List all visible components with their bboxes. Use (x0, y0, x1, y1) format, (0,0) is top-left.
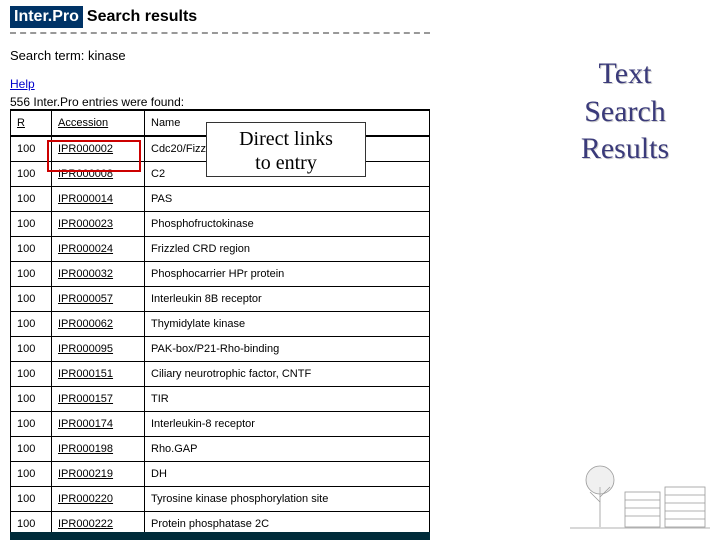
cell-accession: IPR000095 (52, 337, 145, 362)
cell-accession: IPR000023 (52, 212, 145, 237)
cell-r: 100 (11, 362, 52, 387)
cell-accession: IPR000220 (52, 487, 145, 512)
brand-box: Inter.Pro (10, 6, 83, 28)
cell-name: Interleukin-8 receptor (145, 412, 430, 437)
cell-name: TIR (145, 387, 430, 412)
callout-line2: to entry (207, 151, 365, 175)
cell-r: 100 (11, 136, 52, 162)
cell-accession: IPR000157 (52, 387, 145, 412)
cell-accession: IPR000174 (52, 412, 145, 437)
accession-link[interactable]: IPR000174 (58, 418, 113, 430)
slide-title-l2: Search (560, 93, 690, 131)
accession-link[interactable]: IPR000151 (58, 368, 113, 380)
cell-name: Ciliary neurotrophic factor, CNTF (145, 362, 430, 387)
accession-link[interactable]: IPR000014 (58, 193, 113, 205)
col-name-label: Name (151, 117, 180, 129)
col-r[interactable]: R (11, 110, 52, 136)
slide-title: Text Search Results (560, 55, 690, 168)
table-row: 100 IPR000174 Interleukin-8 receptor (11, 412, 430, 437)
search-term-line: Search term: kinase (10, 48, 430, 63)
page-title: Search results (83, 6, 201, 28)
slide-title-l3: Results (560, 130, 690, 168)
accession-link[interactable]: IPR000062 (58, 318, 113, 330)
cell-accession: IPR000008 (52, 162, 145, 187)
accession-link[interactable]: IPR000002 (58, 143, 113, 155)
table-row: 100 IPR000157 TIR (11, 387, 430, 412)
cell-name: Rho.GAP (145, 437, 430, 462)
cell-accession: IPR000219 (52, 462, 145, 487)
page-header: Inter.Pro Search results (10, 6, 430, 34)
cell-r: 100 (11, 462, 52, 487)
cell-accession: IPR000198 (52, 437, 145, 462)
brand-suffix: Pro (52, 8, 79, 25)
cell-accession: IPR000057 (52, 287, 145, 312)
cell-accession: IPR000024 (52, 237, 145, 262)
table-row: 100 IPR000024 Frizzled CRD region (11, 237, 430, 262)
cell-r: 100 (11, 237, 52, 262)
table-row: 100 IPR000220 Tyrosine kinase phosphorylat… (11, 487, 430, 512)
accession-link[interactable]: IPR000032 (58, 268, 113, 280)
cell-accession: IPR000062 (52, 312, 145, 337)
accession-link[interactable]: IPR000023 (58, 218, 113, 230)
search-term-label: Search term: (10, 48, 88, 63)
cell-accession: IPR000151 (52, 362, 145, 387)
cell-r: 100 (11, 487, 52, 512)
table-row: 100 IPR000032 Phosphocarrier HPr protein (11, 262, 430, 287)
bottom-strip (10, 532, 430, 540)
cell-r: 100 (11, 212, 52, 237)
col-accession-label: Accession (58, 117, 108, 129)
accession-link[interactable]: IPR000024 (58, 243, 113, 255)
search-term-value: kinase (88, 48, 126, 63)
accession-link[interactable]: IPR000222 (58, 518, 113, 530)
cell-accession: IPR000032 (52, 262, 145, 287)
cell-name: PAS (145, 187, 430, 212)
accession-link[interactable]: IPR000157 (58, 393, 113, 405)
col-r-label: R (17, 117, 25, 129)
cell-r: 100 (11, 187, 52, 212)
table-row: 100 IPR000198 Rho.GAP (11, 437, 430, 462)
table-row: 100 IPR000151 Ciliary neurotrophic factor,… (11, 362, 430, 387)
table-row: 100 IPR000014 PAS (11, 187, 430, 212)
cell-r: 100 (11, 337, 52, 362)
cell-r: 100 (11, 162, 52, 187)
table-row: 100 IPR000062 Thymidylate kinase (11, 312, 430, 337)
cell-r: 100 (11, 262, 52, 287)
cell-accession: IPR000014 (52, 187, 145, 212)
brand-prefix: Inter. (14, 8, 52, 25)
cell-r: 100 (11, 437, 52, 462)
callout-line1: Direct links (207, 127, 365, 151)
callout-note: Direct links to entry (206, 122, 366, 177)
accession-link[interactable]: IPR000219 (58, 468, 113, 480)
table-row: 100 IPR000023 Phosphofructokinase (11, 212, 430, 237)
table-row: 100 IPR000095 PAK-box/P21-Rho-binding (11, 337, 430, 362)
accession-link[interactable]: IPR000220 (58, 493, 113, 505)
cell-name: Frizzled CRD region (145, 237, 430, 262)
slide-title-l1: Text (560, 55, 690, 93)
help-link[interactable]: Help (10, 77, 35, 91)
cell-r: 100 (11, 312, 52, 337)
decorative-illustration (570, 452, 710, 532)
accession-link[interactable]: IPR000198 (58, 443, 113, 455)
cell-r: 100 (11, 387, 52, 412)
accession-link[interactable]: IPR000095 (58, 343, 113, 355)
cell-r: 100 (11, 412, 52, 437)
cell-name: Thymidylate kinase (145, 312, 430, 337)
cell-r: 100 (11, 287, 52, 312)
cell-accession: IPR000002 (52, 136, 145, 162)
cell-name: Phosphofructokinase (145, 212, 430, 237)
results-count: 556 Inter.Pro entries were found: (10, 95, 430, 109)
cell-name: PAK-box/P21-Rho-binding (145, 337, 430, 362)
cell-name: DH (145, 462, 430, 487)
accession-link[interactable]: IPR000057 (58, 293, 113, 305)
slide-container: Inter.Pro Search results Search term: ki… (0, 0, 720, 540)
accession-link[interactable]: IPR000008 (58, 168, 113, 180)
table-row: 100 IPR000057 Interleukin 8B receptor (11, 287, 430, 312)
cell-name: Tyrosine kinase phosphorylation site (145, 487, 430, 512)
cell-name: Phosphocarrier HPr protein (145, 262, 430, 287)
results-panel: Inter.Pro Search results Search term: ki… (10, 6, 430, 540)
col-accession[interactable]: Accession (52, 110, 145, 136)
table-row: 100 IPR000219 DH (11, 462, 430, 487)
cell-name: Interleukin 8B receptor (145, 287, 430, 312)
